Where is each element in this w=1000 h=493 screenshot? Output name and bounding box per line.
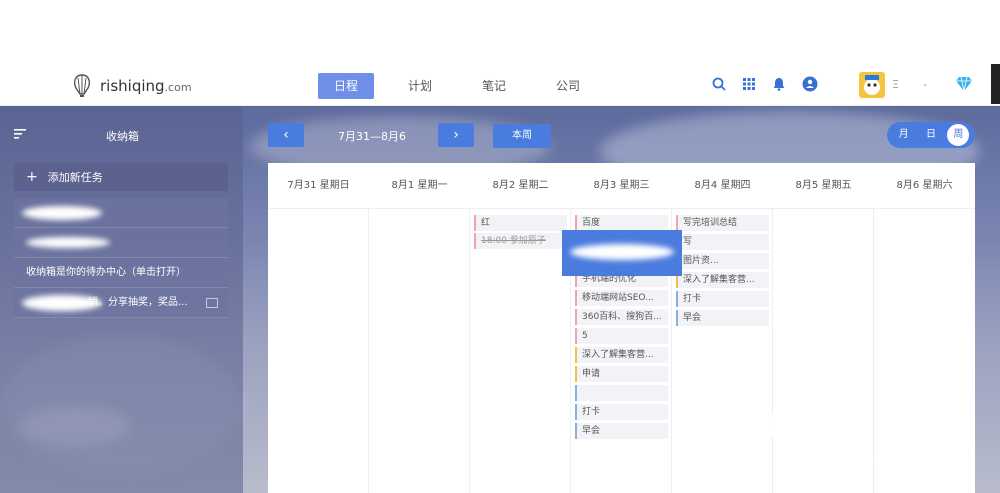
task-item[interactable]: 早会 [575, 423, 668, 439]
day-header: 8月6 星期六 [896, 180, 953, 191]
task-item[interactable]: 5 [575, 328, 668, 344]
inbox-item[interactable]: 收纳箱是你的待办中心（单击打开） [14, 258, 228, 288]
user-circle-icon[interactable] [802, 76, 818, 92]
top-header: rishiqing.com 日程 计划 笔记 公司 Ξ - [0, 66, 1000, 106]
balloon-logo-icon [73, 74, 91, 97]
inbox-item[interactable]: 销。分享抽奖，奖品... [14, 288, 228, 318]
inbox-item[interactable] [14, 198, 228, 228]
redacted-blob [26, 237, 110, 248]
day-header: 8月1 星期一 [391, 180, 448, 191]
task-item[interactable]: 红 [474, 215, 567, 231]
nav-schedule[interactable]: 日程 [318, 73, 375, 99]
dragging-task-card[interactable] [562, 230, 682, 276]
bell-icon[interactable] [772, 77, 786, 91]
day-header: 8月3 星期三 [593, 180, 650, 191]
sidebar-title: 收纳箱 [106, 130, 139, 143]
day-header: 8月2 星期二 [492, 180, 549, 191]
menu-icon[interactable] [14, 128, 28, 140]
username-blurred: Ξ - [892, 78, 928, 91]
next-week-button[interactable]: › [438, 123, 474, 147]
diamond-icon[interactable] [955, 76, 973, 92]
inbox-sidebar: 收纳箱 + 添加新任务 收纳箱是你的待办中心（单击打开） 销。分享抽奖，奖品... [0, 106, 243, 493]
header-icons [712, 76, 818, 92]
task-item[interactable]: 申请 [575, 366, 668, 382]
day-header: 8月5 星期五 [795, 180, 852, 191]
watermark-url: jingyan.baidu.com [768, 452, 914, 469]
day-header: 7月31 星期日 [287, 180, 350, 191]
view-week[interactable]: 周 [947, 124, 970, 146]
inbox-item-label: 收纳箱是你的待办中心（单击打开） [26, 267, 186, 278]
task-item[interactable]: 图片资... [676, 253, 769, 269]
main-nav: 日程 计划 笔记 公司 [318, 73, 596, 99]
view-month[interactable]: 月 [893, 124, 915, 146]
view-day[interactable]: 日 [920, 124, 942, 146]
day-column[interactable] [369, 209, 470, 493]
task-item[interactable]: 写 [676, 234, 769, 250]
watermark-brand: Bai du 经验 [768, 407, 948, 443]
task-item[interactable]: 早会 [676, 310, 769, 326]
task-item[interactable]: 百度 [575, 215, 668, 231]
redacted-blob [22, 206, 102, 220]
date-range: 7月31—8月6 [338, 130, 406, 143]
day-column[interactable]: 写完培训总结 写 图片资... 深入了解集客营... 打卡 早会 [672, 209, 773, 493]
calendar-header: 7月31 星期日 8月1 星期一 8月2 星期二 8月3 星期三 8月4 星期四… [268, 163, 975, 209]
redacted-blob [22, 295, 102, 311]
task-item[interactable]: 打卡 [575, 404, 668, 420]
task-item[interactable]: 18:00 参加原子 [474, 233, 567, 249]
nav-plan[interactable]: 计划 [392, 73, 448, 99]
task-item[interactable]: 打卡 [676, 291, 769, 307]
day-header: 8月4 星期四 [694, 180, 751, 191]
prev-week-button[interactable]: ‹ [268, 123, 304, 147]
task-item[interactable] [575, 385, 668, 401]
day-column[interactable] [268, 209, 369, 493]
apps-grid-icon[interactable] [742, 77, 756, 91]
day-column[interactable]: 红 18:00 参加原子 [470, 209, 571, 493]
redacted-blob [570, 244, 674, 260]
card-icon [206, 298, 218, 308]
avatar[interactable] [859, 72, 885, 98]
task-item[interactable]: 360百科、搜狗百... [575, 309, 668, 325]
search-icon[interactable] [712, 77, 726, 91]
task-item[interactable]: 移动端网站SEO... [575, 290, 668, 306]
sidebar-header: 收纳箱 [14, 126, 228, 146]
view-toggle: 月 日 周 [887, 122, 975, 148]
logo[interactable]: rishiqing.com [72, 74, 192, 98]
nav-notes[interactable]: 笔记 [466, 73, 522, 99]
nav-company[interactable]: 公司 [540, 73, 596, 99]
task-item[interactable]: 写完培训总结 [676, 215, 769, 231]
window-edge [991, 64, 1000, 104]
inbox-item[interactable] [14, 228, 228, 258]
logo-text: rishiqing.com [100, 77, 192, 95]
task-item[interactable]: 深入了解集客营... [676, 272, 769, 288]
task-item[interactable]: 深入了解集客营... [575, 347, 668, 363]
this-week-button[interactable]: 本周 [493, 124, 551, 148]
add-task-button[interactable]: + 添加新任务 [14, 163, 228, 191]
plus-icon: + [26, 169, 38, 185]
watermark: Bai du 经验 jingyan.baidu.com [768, 400, 948, 470]
add-task-label: 添加新任务 [47, 171, 103, 184]
